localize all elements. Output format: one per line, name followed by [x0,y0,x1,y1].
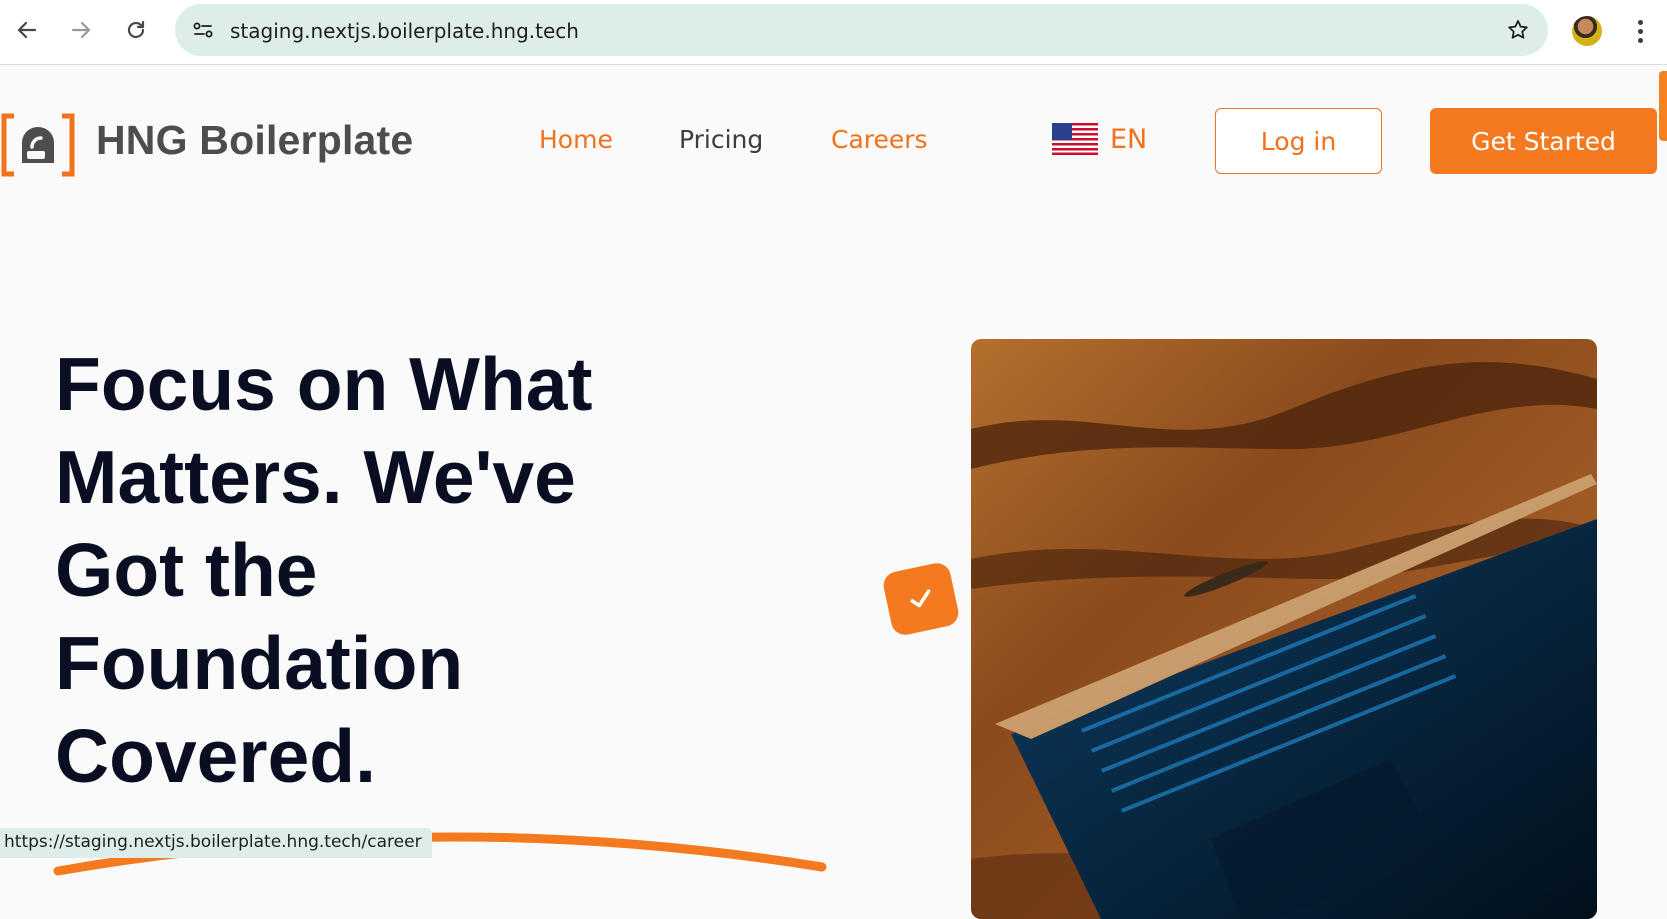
hero-laptop-image [971,339,1597,919]
address-bar[interactable]: staging.nextjs.boilerplate.hng.tech [175,4,1548,56]
language-selector[interactable]: EN [1052,121,1147,157]
browser-toolbar: staging.nextjs.boilerplate.hng.tech [0,0,1667,65]
site-info-icon[interactable] [185,12,221,48]
language-label: EN [1110,123,1148,155]
nav-pricing-link[interactable]: Pricing [679,125,763,154]
us-flag-icon [1052,123,1098,155]
more-menu-icon[interactable] [1628,14,1652,48]
reload-icon[interactable] [118,12,154,48]
brand-logo-icon[interactable] [0,113,76,177]
star-icon[interactable] [1504,16,1532,44]
scrollbar[interactable] [1659,71,1667,141]
login-button[interactable]: Log in [1215,108,1382,174]
nav-careers-link[interactable]: Careers [831,125,928,154]
brand-name[interactable]: HNG Boilerplate [96,117,413,164]
page-body: HNG Boilerplate Home Pricing Careers EN … [0,65,1667,919]
url-text[interactable]: staging.nextjs.boilerplate.hng.tech [230,19,579,43]
back-arrow-icon[interactable] [9,12,45,48]
nav-home-link[interactable]: Home [539,125,613,154]
profile-avatar[interactable] [1572,16,1602,46]
check-badge-icon [881,560,961,638]
link-status-bubble: https://staging.nextjs.boilerplate.hng.t… [0,828,432,858]
hero-title: Focus on What Matters. We've Got the Fou… [55,342,593,798]
forward-arrow-icon[interactable] [63,12,99,48]
get-started-button[interactable]: Get Started [1430,108,1657,174]
